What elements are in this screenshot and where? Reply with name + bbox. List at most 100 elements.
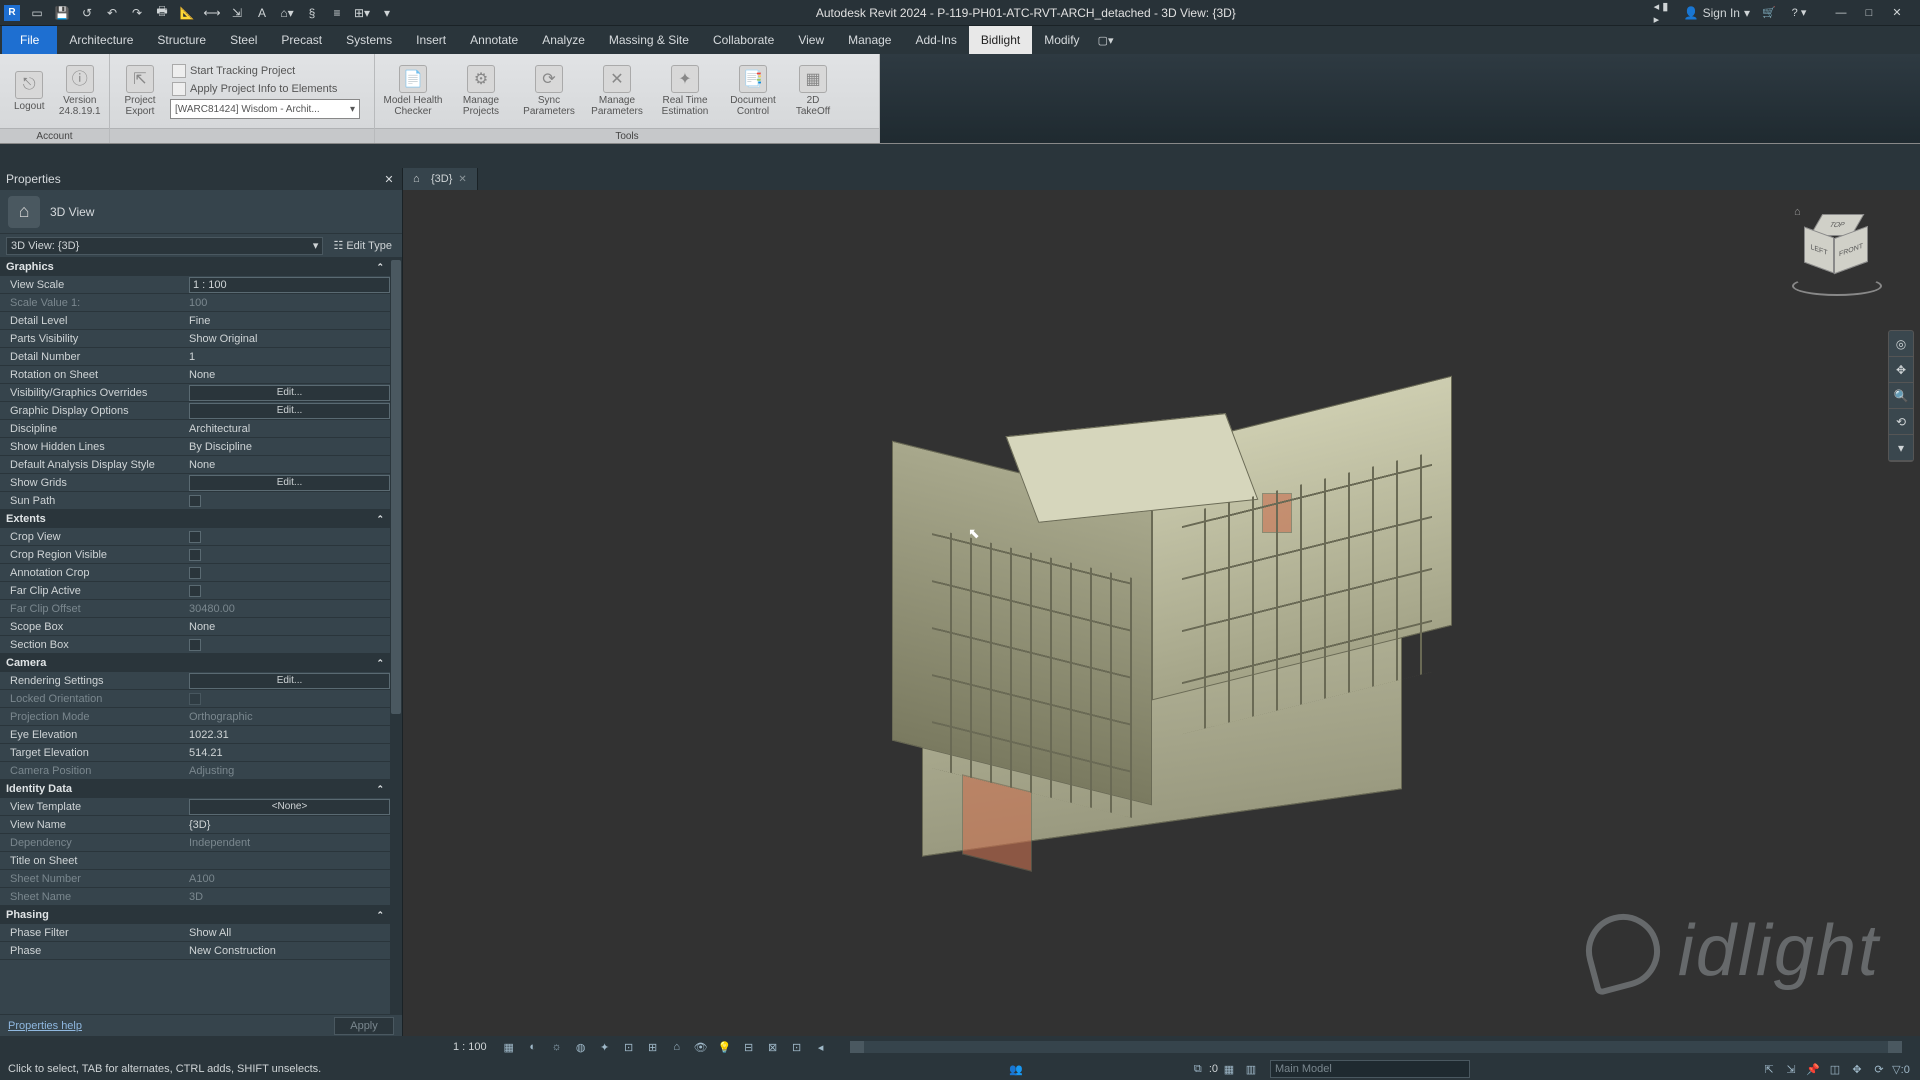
- sun-path-checkbox[interactable]: [189, 495, 201, 507]
- crop-region-checkbox[interactable]: [189, 549, 201, 561]
- close-tab-icon[interactable]: ✕: [458, 174, 466, 185]
- tab-analyze[interactable]: Analyze: [530, 26, 597, 54]
- reveal-constraints-icon[interactable]: ⊡: [787, 1038, 807, 1056]
- help-icon[interactable]: ? ▾: [1788, 2, 1810, 24]
- discipline-value[interactable]: Architectural: [185, 423, 390, 435]
- rotation-value[interactable]: None: [185, 369, 390, 381]
- logout-button[interactable]: ⎋ Logout: [4, 56, 55, 126]
- real-time-estimation-button[interactable]: ✦Real Time Estimation: [651, 56, 719, 126]
- temp-hide-icon[interactable]: 👁: [691, 1038, 711, 1056]
- far-clip-checkbox[interactable]: [189, 585, 201, 597]
- qat-redo-icon[interactable]: ↷: [126, 2, 148, 24]
- qat-print-icon[interactable]: 🖶: [151, 2, 173, 24]
- manage-projects-button[interactable]: ⚙Manage Projects: [447, 56, 515, 126]
- sync-parameters-button[interactable]: ⟳Sync Parameters: [515, 56, 583, 126]
- tab-add-ins[interactable]: Add-Ins: [903, 26, 968, 54]
- select-underlay-icon[interactable]: ⇲: [1781, 1060, 1801, 1078]
- manage-parameters-button[interactable]: ✕Manage Parameters: [583, 56, 651, 126]
- tab-modify[interactable]: Modify: [1032, 26, 1091, 54]
- eye-elevation-value[interactable]: 1022.31: [185, 729, 390, 741]
- tab-bidlight[interactable]: Bidlight: [969, 26, 1032, 54]
- crop-view-icon[interactable]: ⊡: [619, 1038, 639, 1056]
- view-scale-input[interactable]: [189, 277, 390, 293]
- sign-in-button[interactable]: 👤 Sign In ▾: [1684, 6, 1750, 20]
- cube-compass[interactable]: [1792, 276, 1882, 296]
- filter-icon[interactable]: ▽:0: [1891, 1060, 1911, 1078]
- tab-manage[interactable]: Manage: [836, 26, 903, 54]
- section-camera[interactable]: Camera⌃: [0, 654, 390, 672]
- main-model-dropdown[interactable]: Main Model: [1270, 1060, 1470, 1078]
- qat-aligned-dim-icon[interactable]: ⟷: [201, 2, 223, 24]
- document-control-button[interactable]: 📑Document Control: [719, 56, 787, 126]
- section-phasing[interactable]: Phasing⌃: [0, 906, 390, 924]
- section-identity[interactable]: Identity Data⌃: [0, 780, 390, 798]
- annotation-crop-checkbox[interactable]: [189, 567, 201, 579]
- qat-measure-icon[interactable]: 📐: [176, 2, 198, 24]
- phase-filter-value[interactable]: Show All: [185, 927, 390, 939]
- select-face-icon[interactable]: ◫: [1825, 1060, 1845, 1078]
- qat-switch-windows-icon[interactable]: ▾: [376, 2, 398, 24]
- tab-steel[interactable]: Steel: [218, 26, 269, 54]
- select-links-icon[interactable]: ⇱: [1759, 1060, 1779, 1078]
- qat-default-3d-icon[interactable]: ⌂▾: [276, 2, 298, 24]
- section-extents[interactable]: Extents⌃: [0, 510, 390, 528]
- nav-more-icon[interactable]: ▾: [1889, 435, 1913, 461]
- model-health-checker-button[interactable]: 📄Model Health Checker: [379, 56, 447, 126]
- scroll-left-icon[interactable]: ◂: [811, 1038, 831, 1056]
- tab-architecture[interactable]: Architecture: [57, 26, 145, 54]
- version-button[interactable]: ⓘ Version 24.8.19.1: [55, 56, 106, 126]
- shadows-icon[interactable]: ◍: [571, 1038, 591, 1056]
- view-cube[interactable]: ⌂ TOP LEFT FRONT: [1782, 204, 1892, 304]
- horizontal-scrollbar[interactable]: [850, 1041, 1902, 1053]
- sun-path-icon[interactable]: ☼: [547, 1038, 567, 1056]
- editable-only-icon[interactable]: ▦: [1219, 1060, 1239, 1078]
- show-grids-button[interactable]: Edit...: [189, 475, 390, 491]
- autodesk-app-icon[interactable]: 🛒: [1758, 2, 1780, 24]
- analysis-style-value[interactable]: None: [185, 459, 390, 471]
- zoom-icon[interactable]: 🔍: [1889, 383, 1913, 409]
- maximize-button[interactable]: □: [1856, 2, 1882, 24]
- properties-help-link[interactable]: Properties help: [8, 1020, 82, 1032]
- file-tab[interactable]: File: [2, 26, 57, 54]
- crop-view-checkbox[interactable]: [189, 531, 201, 543]
- 2d-takeoff-button[interactable]: ▦2D TakeOff: [787, 56, 839, 126]
- start-tracking-button[interactable]: Start Tracking Project: [170, 63, 366, 79]
- analytical-icon[interactable]: ⊟: [739, 1038, 759, 1056]
- view-name-value[interactable]: {3D}: [185, 819, 390, 831]
- edit-type-button[interactable]: ☷ Edit Type: [329, 239, 396, 252]
- target-elevation-value[interactable]: 514.21: [185, 747, 390, 759]
- hide-crop-icon[interactable]: ⊞: [643, 1038, 663, 1056]
- tab-collaborate[interactable]: Collaborate: [701, 26, 786, 54]
- qat-undo-icon[interactable]: ↶: [101, 2, 123, 24]
- qat-section-icon[interactable]: §: [301, 2, 323, 24]
- rendering-dialog-icon[interactable]: ✦: [595, 1038, 615, 1056]
- section-graphics[interactable]: Graphics⌃: [0, 258, 390, 276]
- worksets-icon[interactable]: 👥: [1006, 1060, 1026, 1078]
- section-box-checkbox[interactable]: [189, 639, 201, 651]
- tab-structure[interactable]: Structure: [145, 26, 218, 54]
- properties-scrollbar[interactable]: [390, 258, 402, 1014]
- view-tab-3d[interactable]: ⌂ {3D} ✕: [403, 168, 478, 190]
- select-pinned-icon[interactable]: 📌: [1803, 1060, 1823, 1078]
- qat-open-icon[interactable]: ▭: [26, 2, 48, 24]
- qat-text-icon[interactable]: A: [251, 2, 273, 24]
- view-scale-display[interactable]: 1 : 100: [413, 1041, 495, 1053]
- tab-massing-site[interactable]: Massing & Site: [597, 26, 701, 54]
- drag-elements-icon[interactable]: ✥: [1847, 1060, 1867, 1078]
- qat-close-inactive-icon[interactable]: ⊞▾: [351, 2, 373, 24]
- hidden-lines-value[interactable]: By Discipline: [185, 441, 390, 453]
- qat-thin-lines-icon[interactable]: ≡: [326, 2, 348, 24]
- scope-box-value[interactable]: None: [185, 621, 390, 633]
- design-options-icon[interactable]: ⧉: [1188, 1060, 1208, 1078]
- project-export-button[interactable]: ⇱ Project Export: [114, 56, 166, 126]
- close-icon[interactable]: ✕: [382, 172, 396, 186]
- ribbon-end-trigger[interactable]: ▢▾: [1092, 26, 1120, 54]
- press-drag-icon[interactable]: ▥: [1241, 1060, 1261, 1078]
- instance-dropdown[interactable]: 3D View: {3D} ▾: [6, 237, 323, 255]
- detail-level-value[interactable]: Fine: [185, 315, 390, 327]
- apply-project-info-button[interactable]: Apply Project Info to Elements: [170, 81, 366, 97]
- view-template-button[interactable]: <None>: [189, 799, 390, 815]
- properties-title-bar[interactable]: Properties ✕: [0, 168, 402, 190]
- type-selector[interactable]: ⌂ 3D View: [0, 190, 402, 234]
- close-button[interactable]: ✕: [1884, 2, 1910, 24]
